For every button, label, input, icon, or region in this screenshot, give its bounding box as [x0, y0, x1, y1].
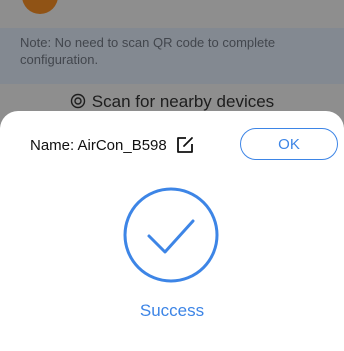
ok-button[interactable]: OK [240, 128, 338, 160]
checkmark-circle-icon [123, 187, 219, 283]
success-status-text: Success [139, 301, 205, 320]
device-name-label: Name: AirCon_B598 [30, 136, 167, 154]
device-name-row: Name: AirCon_B598 [30, 135, 195, 155]
success-dialog: Name: AirCon_B598 OK Success [0, 111, 344, 351]
edit-icon[interactable] [175, 135, 195, 155]
